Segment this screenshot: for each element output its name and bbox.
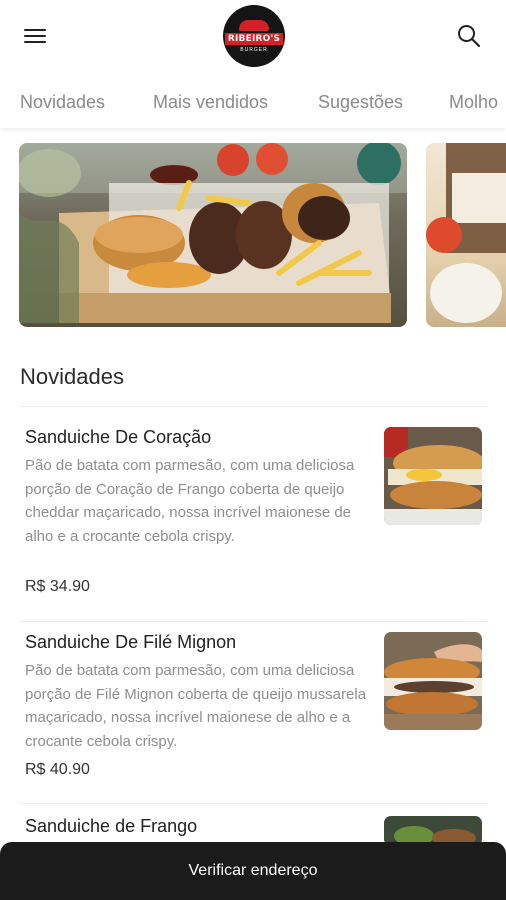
burger-logo-icon: [239, 19, 269, 31]
promo-banner-burgers[interactable]: [19, 143, 407, 327]
verify-address-button[interactable]: Verificar endereço: [0, 842, 506, 900]
item-image-sanduiche-file-mignon: [384, 632, 482, 730]
category-tabs: Novidades Mais vendidos Sugestões Molho: [0, 78, 506, 128]
section-title: Novidades: [20, 364, 124, 389]
logo-sub-text: BURGER: [240, 46, 268, 53]
verify-address-label: Verificar endereço: [188, 862, 318, 879]
item-name: Sanduiche de Frango: [25, 816, 198, 836]
menu-item[interactable]: Sanduiche De Filé Mignon Pão de batata c…: [0, 632, 506, 792]
item-description: Pão de batata com parmesão, com uma deli…: [25, 662, 367, 750]
tab-sugestoes[interactable]: Sugestões: [318, 92, 403, 113]
menu-item[interactable]: Sanduiche De Coração Pão de batata com p…: [0, 427, 506, 607]
app-header: RIBEIRO'S BURGER: [0, 0, 506, 72]
search-icon[interactable]: [456, 23, 482, 49]
tab-novidades[interactable]: Novidades: [20, 92, 105, 113]
divider: [20, 803, 488, 804]
tab-mais-vendidos[interactable]: Mais vendidos: [153, 92, 268, 113]
hamburger-menu-icon[interactable]: [22, 24, 48, 48]
item-name: Sanduiche De Filé Mignon: [25, 632, 237, 652]
logo-brand-text: RIBEIRO'S: [224, 32, 284, 45]
item-description: Pão de batata com parmesão, com uma deli…: [25, 457, 355, 545]
item-price: R$ 34.90: [25, 578, 90, 595]
item-image-sanduiche-coracao: [384, 427, 482, 525]
tab-molho[interactable]: Molho: [449, 92, 498, 113]
brand-logo: RIBEIRO'S BURGER: [223, 5, 285, 67]
divider: [20, 621, 488, 622]
item-price: R$ 40.90: [25, 761, 90, 778]
divider: [20, 406, 488, 407]
item-name: Sanduiche De Coração: [25, 427, 212, 447]
promo-banner-drinks[interactable]: [426, 143, 506, 327]
